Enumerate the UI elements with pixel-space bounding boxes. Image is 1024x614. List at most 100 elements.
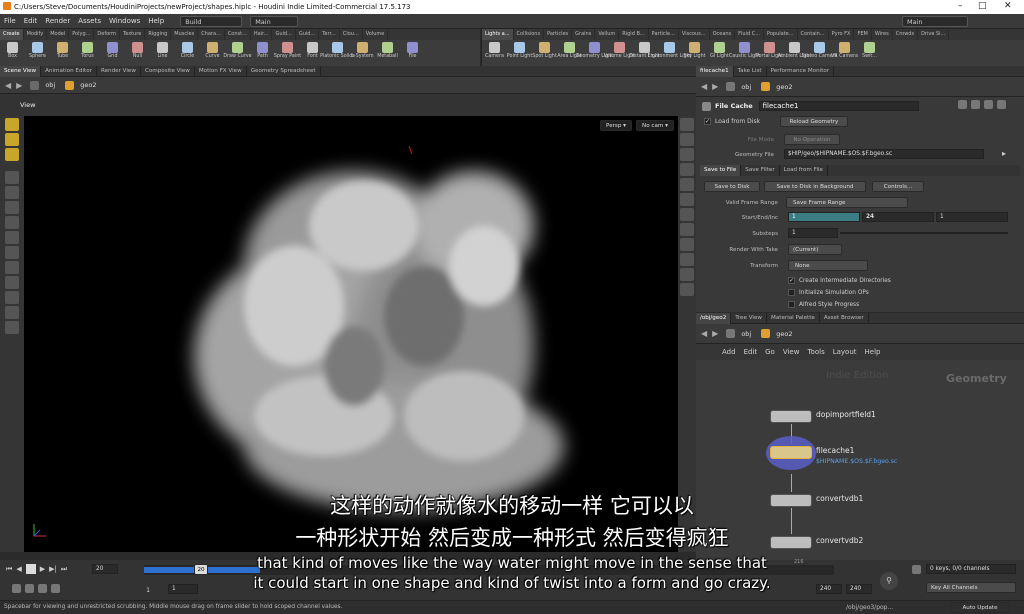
parm-pane-tab-2[interactable]: Performance Monitor xyxy=(767,65,835,77)
menu-render[interactable]: Render xyxy=(41,14,74,29)
rotate-tool-icon[interactable] xyxy=(5,148,19,161)
create-shelf-tab-3[interactable]: Polyg... xyxy=(69,29,95,40)
lights-tool-14[interactable]: VR Camera xyxy=(831,40,858,66)
create-shelf-tab-12[interactable]: Guid... xyxy=(296,29,320,40)
lights-tool-1[interactable]: Point Light xyxy=(507,40,532,66)
lock-camera-icon[interactable] xyxy=(680,148,694,161)
create-shelf-tab-9[interactable]: Const... xyxy=(225,29,251,40)
view-tool-icon[interactable] xyxy=(5,261,19,274)
init-sim-checkbox[interactable] xyxy=(788,289,795,296)
auto-update-menu[interactable]: Auto Update xyxy=(950,602,1010,613)
lights-tool-12[interactable]: Ambient Light xyxy=(778,40,811,66)
network-pane-tab-2[interactable]: Material Palette xyxy=(767,312,820,324)
net-path-geo[interactable]: geo2 xyxy=(776,330,792,338)
path-obj[interactable]: obj xyxy=(45,81,55,89)
wireframe-icon[interactable] xyxy=(680,133,694,146)
create-shelf-tab-13[interactable]: Terr... xyxy=(319,29,340,40)
lights-shelf-tab-2[interactable]: Particles xyxy=(544,29,573,40)
create-tool-9[interactable]: Draw Curve xyxy=(223,40,252,66)
node-dopimportfield1[interactable]: dopimportfield1 xyxy=(770,410,876,423)
lights-shelf-tab-13[interactable]: FEM xyxy=(854,29,872,40)
lights-shelf-tab-3[interactable]: Grains xyxy=(572,29,596,40)
create-shelf-tab-10[interactable]: Hair... xyxy=(251,29,273,40)
lights-shelf-tab-15[interactable]: Crowds xyxy=(893,29,919,40)
render-region-icon[interactable] xyxy=(5,321,19,334)
lights-tool-15[interactable]: Swit... xyxy=(857,40,882,66)
geometry-file-field[interactable]: $HIP/geo/$HIPNAME.$OS.$F.bgeo.sc xyxy=(784,149,984,159)
parm-pane-tab-1[interactable]: Take List xyxy=(734,65,767,77)
substeps-field[interactable]: 1 xyxy=(788,228,838,238)
create-tool-12[interactable]: Font xyxy=(300,40,325,66)
file-mode-menu[interactable]: No Operation xyxy=(784,134,840,145)
menu-windows[interactable]: Windows xyxy=(105,14,144,29)
network-pane-tab-3[interactable]: Asset Browser xyxy=(820,312,869,324)
scene-pane-tab-0[interactable]: Scene View xyxy=(0,65,42,77)
create-dirs-checkbox[interactable]: ✓ xyxy=(788,277,795,284)
scene-viewport[interactable]: Persp ▾ No cam ▾ xyxy=(24,116,678,552)
shading-icon[interactable] xyxy=(680,178,694,191)
create-shelf-tab-2[interactable]: Model xyxy=(47,29,70,40)
parm-forward-arrow-icon[interactable]: ▶ xyxy=(712,82,718,91)
lights-tool-6[interactable]: Distant Light xyxy=(629,40,660,66)
status-path[interactable]: /obj/geo3/pop... xyxy=(846,604,893,611)
lights-shelf-tab-10[interactable]: Populate... xyxy=(764,29,798,40)
create-tool-0[interactable]: Box xyxy=(0,40,25,66)
create-tool-7[interactable]: Circle xyxy=(175,40,200,66)
lights-tool-4[interactable]: Geometry Light xyxy=(576,40,613,66)
scene-pane-tab-1[interactable]: Animation Editor xyxy=(41,65,97,77)
net-back-arrow-icon[interactable]: ◀ xyxy=(701,329,707,338)
create-tool-4[interactable]: Grid xyxy=(100,40,125,66)
forward-arrow-icon[interactable]: ▶ xyxy=(16,81,22,90)
minimize-button[interactable]: – xyxy=(958,1,963,11)
create-shelf-tab-1[interactable]: Modify xyxy=(24,29,48,40)
create-shelf-tab-7[interactable]: Muscles xyxy=(171,29,199,40)
lights-tool-2[interactable]: Spot Light xyxy=(532,40,557,66)
create-shelf-tab-0[interactable]: Create xyxy=(0,29,24,40)
lights-tool-9[interactable]: GI Light xyxy=(707,40,732,66)
net-menu-add[interactable]: Add xyxy=(718,348,740,356)
transform-menu[interactable]: None xyxy=(788,260,868,271)
net-menu-layout[interactable]: Layout xyxy=(829,348,861,356)
lights-shelf-tab-16[interactable]: Drive Si... xyxy=(918,29,950,40)
camera-menu[interactable]: No cam ▾ xyxy=(636,120,674,131)
increment-field[interactable]: 1 xyxy=(936,212,1008,222)
menu-edit[interactable]: Edit xyxy=(20,14,42,29)
main-right-dropdown[interactable]: Main xyxy=(902,16,968,27)
create-tool-14[interactable]: L-System xyxy=(350,40,375,66)
lights-tool-13[interactable]: Stereo Camera xyxy=(802,40,838,66)
lights-shelf-tab-4[interactable]: Vellum xyxy=(595,29,620,40)
point-display-icon[interactable] xyxy=(680,238,694,251)
lights-tool-8[interactable]: Sky Light xyxy=(682,40,707,66)
snap-tool-icon[interactable] xyxy=(5,201,19,214)
lights-shelf-tab-5[interactable]: Rigid B... xyxy=(619,29,649,40)
path-geo[interactable]: geo2 xyxy=(80,81,96,89)
controls-button[interactable]: Controls... xyxy=(872,181,924,192)
pin-icon[interactable] xyxy=(997,100,1006,109)
grid-snap-icon[interactable] xyxy=(5,276,19,289)
create-tool-8[interactable]: Curve xyxy=(200,40,225,66)
lights-shelf-tab-7[interactable]: Viscous... xyxy=(679,29,710,40)
create-tool-15[interactable]: Metaball xyxy=(375,40,400,66)
ghost-icon[interactable] xyxy=(680,163,694,176)
grid-icon[interactable] xyxy=(680,223,694,236)
lights-shelf-tab-8[interactable]: Oceans xyxy=(710,29,736,40)
help-icon[interactable] xyxy=(971,100,980,109)
close-button[interactable]: ✕ xyxy=(1004,1,1012,11)
tab-save-filter[interactable]: Save Filter xyxy=(741,165,780,176)
save-to-disk-button[interactable]: Save to Disk xyxy=(704,181,760,192)
valid-frame-range-menu[interactable]: Save Frame Range xyxy=(786,197,908,208)
lights-tool-5[interactable]: Volume Light xyxy=(604,40,635,66)
primitive-display-icon[interactable] xyxy=(680,268,694,281)
lights-shelf-tab-11[interactable]: Contain... xyxy=(798,29,829,40)
file-browse-icon[interactable]: ▸ xyxy=(1002,149,1006,158)
net-menu-tools[interactable]: Tools xyxy=(803,348,828,356)
end-frame-field[interactable]: 24 xyxy=(862,212,934,222)
gear-icon[interactable] xyxy=(958,100,967,109)
lights-tool-10[interactable]: Caustic Light xyxy=(729,40,760,66)
net-menu-edit[interactable]: Edit xyxy=(740,348,762,356)
lights-shelf-tab-12[interactable]: Pyro FX xyxy=(829,29,855,40)
create-tool-5[interactable]: Null xyxy=(125,40,150,66)
parm-path-obj[interactable]: obj xyxy=(741,83,751,91)
reload-geometry-button[interactable]: Reload Geometry xyxy=(780,116,848,127)
net-forward-arrow-icon[interactable]: ▶ xyxy=(712,329,718,338)
